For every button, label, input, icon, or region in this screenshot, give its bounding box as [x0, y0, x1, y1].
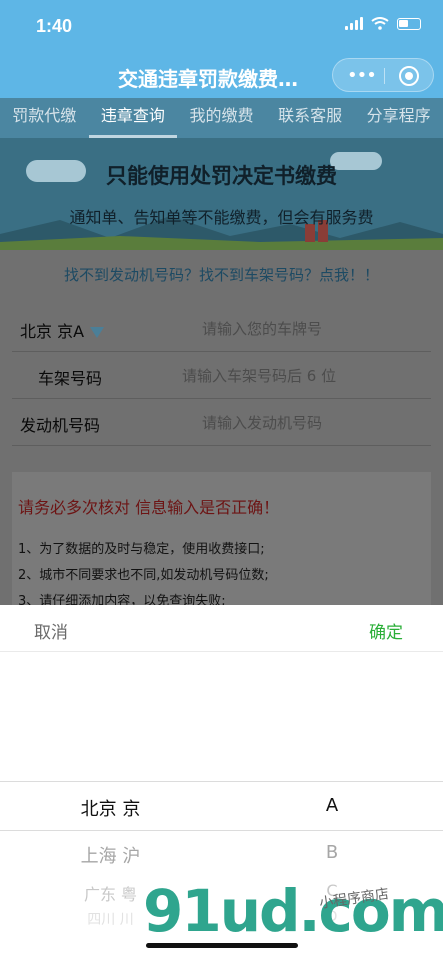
capsule-menu[interactable]: •••: [332, 58, 434, 92]
status-icons: [345, 17, 421, 30]
engine-label: 发动机号码: [20, 416, 101, 435]
frame-row: 车架号码 请输入车架号码后 6 位: [12, 353, 431, 399]
close-target-icon[interactable]: [399, 66, 419, 86]
nav-bar: 交通违章罚款缴费… •••: [0, 52, 443, 98]
tab-fine-payment[interactable]: 罚款代缴: [0, 98, 89, 138]
tab-share[interactable]: 分享程序: [354, 98, 443, 138]
tab-bar: 罚款代缴 违章查询 我的缴费 联系客服 分享程序: [0, 98, 443, 138]
home-indicator: [146, 943, 298, 948]
province-option[interactable]: 上海 沪: [0, 842, 221, 868]
wifi-icon: [371, 17, 389, 30]
cancel-button[interactable]: 取消: [34, 618, 68, 643]
frame-input[interactable]: 请输入车架号码后 6 位: [182, 365, 336, 386]
status-bar: 1:40: [0, 0, 443, 52]
tab-violation-query[interactable]: 违章查询: [88, 98, 178, 138]
status-time: 1:40: [36, 16, 73, 36]
triangle-down-icon[interactable]: [90, 327, 105, 338]
tab-contact-service[interactable]: 联系客服: [266, 98, 355, 138]
frame-label: 车架号码: [38, 369, 103, 388]
nav-title: 交通违章罚款缴费…: [118, 67, 298, 91]
more-icon[interactable]: •••: [347, 65, 377, 86]
banner: 只能使用处罚决定书缴费 通知单、告知单等不能缴费，但会有服务费: [0, 138, 443, 250]
confirm-button[interactable]: 确定: [369, 618, 403, 643]
plate-row: 北京 京A 请输入您的车牌号: [12, 306, 431, 352]
picker-header: 取消 确定: [0, 605, 443, 652]
region-selector[interactable]: 北京 京A: [20, 318, 105, 342]
watermark-text: 91ud.com: [143, 877, 443, 945]
banner-subtitle: 通知单、告知单等不能缴费，但会有服务费: [69, 208, 374, 227]
notice-box: 请务必多次核对 信息输入是否正确！ 1、为了数据的及时与稳定，使用收费接口; 2…: [12, 472, 431, 609]
plate-input[interactable]: 请输入您的车牌号: [202, 318, 322, 339]
notice-item: 1、为了数据的及时与稳定，使用收费接口;: [18, 542, 265, 557]
capsule-divider: [384, 68, 385, 84]
engine-row: 发动机号码 请输入发动机号码: [12, 400, 431, 446]
banner-title: 只能使用处罚决定书缴费: [106, 164, 337, 188]
engine-input[interactable]: 请输入发动机号码: [202, 412, 322, 433]
letter-option[interactable]: B: [221, 842, 443, 863]
region-value[interactable]: 北京 京A: [20, 322, 84, 341]
province-option[interactable]: 北京 京: [0, 795, 221, 821]
letter-option[interactable]: A: [221, 795, 443, 816]
notice-item: 2、城市不同要求也不同,如发动机号码位数;: [18, 568, 269, 583]
battery-icon: [397, 17, 421, 30]
help-link[interactable]: 找不到发动机号码？找不到车架号码？点我！！: [0, 264, 443, 285]
tab-my-payments[interactable]: 我的缴费: [177, 98, 266, 138]
signal-icon: [345, 17, 363, 30]
notice-title: 请务必多次核对 信息输入是否正确！: [18, 498, 280, 517]
